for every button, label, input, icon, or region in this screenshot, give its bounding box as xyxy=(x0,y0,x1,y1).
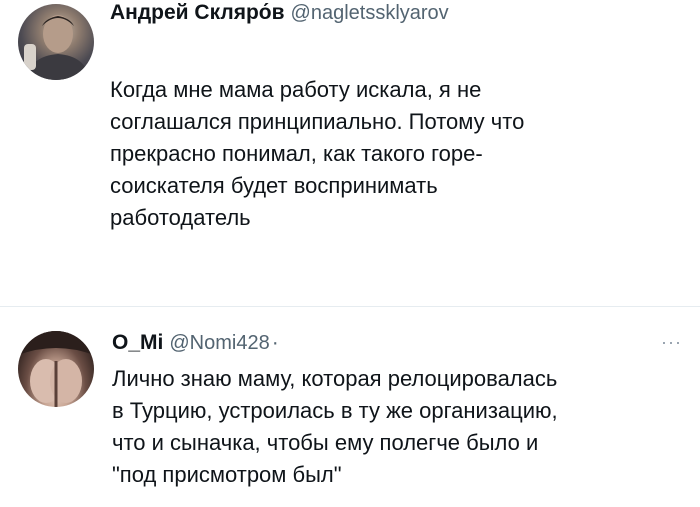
person-photo-icon xyxy=(24,15,90,80)
tweet[interactable]: Андрей Скляро́в @nagletssklyarov Когда мн… xyxy=(0,0,700,306)
user-handle[interactable]: @Nomi428 xyxy=(169,332,269,354)
tweet-header: Андрей Скляро́в @nagletssklyarov xyxy=(110,0,449,26)
user-handle[interactable]: @nagletssklyarov xyxy=(291,2,449,24)
tweet-header: O_Mi @Nomi428· xyxy=(112,330,279,356)
tweet[interactable]: O_Mi @Nomi428· ··· Лично знаю маму, котор… xyxy=(0,307,700,507)
tweet-text: Лично знаю маму, которая релоцировалась … xyxy=(112,366,558,487)
tweet-text: Когда мне мама работу искала, я не согла… xyxy=(110,77,525,230)
user-avatar-icon[interactable] xyxy=(18,331,94,407)
user-avatar-icon[interactable] xyxy=(18,4,94,80)
header-separator: · xyxy=(271,331,279,354)
more-options-icon[interactable]: ··· xyxy=(661,333,682,351)
display-name[interactable]: O_Mi xyxy=(112,331,163,354)
display-name[interactable]: Андрей Скляро́в xyxy=(110,1,285,24)
person-photo-icon xyxy=(18,331,94,407)
